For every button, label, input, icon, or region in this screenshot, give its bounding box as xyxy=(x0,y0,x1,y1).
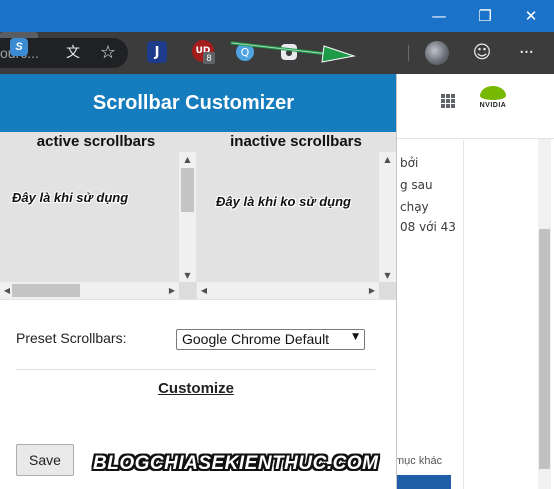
inactive-caption: Đây là khi ko sử dụng xyxy=(216,194,351,209)
window-titlebar: — ❐ ✕ xyxy=(0,0,554,32)
scrollbar-customizer-icon: S xyxy=(10,38,28,56)
page-scrollbar[interactable] xyxy=(538,139,551,489)
page-scrollbar-thumb[interactable] xyxy=(539,229,550,469)
preset-selected-value: Google Chrome Default xyxy=(182,331,330,347)
bookmark-star-icon[interactable]: ☆ xyxy=(96,40,120,64)
popup-header: Scrollbar Customizer xyxy=(0,74,396,132)
apps-grid-icon[interactable] xyxy=(441,94,455,108)
scroll-down-arrow-icon[interactable]: ▼ xyxy=(179,268,196,282)
inactive-scrollbar-panel: inactive scrollbars Đây là khi ko sử dụn… xyxy=(197,132,396,300)
more-menu-icon[interactable]: ··· xyxy=(514,40,538,64)
preset-scrollbars-label: Preset Scrollbars: xyxy=(16,330,127,346)
dropdown-arrow-icon: ▼ xyxy=(352,332,359,342)
active-scrollbar-panel: active scrollbars Đây là khi sử dụng ▲ ▼… xyxy=(0,132,196,300)
active-horizontal-scrollbar[interactable]: ◀ ▶ xyxy=(0,282,179,299)
toolbar-separator xyxy=(408,45,409,61)
article-line: g sau xyxy=(400,178,433,192)
inactive-scrollbars-heading: inactive scrollbars xyxy=(230,133,362,150)
scroll-down-arrow-icon[interactable]: ▼ xyxy=(379,268,396,282)
scroll-up-arrow-icon[interactable]: ▲ xyxy=(379,152,396,166)
page-footer-bar xyxy=(395,475,451,489)
profile-avatar[interactable] xyxy=(425,41,449,65)
article-line: bởi xyxy=(400,156,419,170)
article-column: bởi g sau chạy 08 với 43 xyxy=(397,140,464,489)
scroll-up-arrow-icon[interactable]: ▲ xyxy=(179,152,196,166)
translate-icon[interactable]: 文 xyxy=(62,40,84,64)
page-divider xyxy=(397,138,554,139)
web-page: NVIDIA bởi g sau chạy 08 với 43 mục khác xyxy=(395,74,554,489)
scroll-right-arrow-icon[interactable]: ▶ xyxy=(165,282,179,299)
nvidia-eye-icon xyxy=(480,86,506,100)
j-extension-icon[interactable]: J xyxy=(147,41,167,63)
ud-extension-badge: 8 xyxy=(203,52,215,64)
active-caption: Đây là khi sử dụng xyxy=(12,190,129,205)
article-line: chạy xyxy=(400,200,429,214)
active-vertical-thumb[interactable] xyxy=(181,168,194,212)
scrollbar-corner xyxy=(379,282,396,299)
active-vertical-scrollbar[interactable]: ▲ ▼ xyxy=(179,152,196,282)
scrollbar-corner xyxy=(179,282,196,299)
watermark-text: BLOGCHIASEKIENTHUC.COM xyxy=(93,453,379,474)
active-horizontal-thumb[interactable] xyxy=(12,284,80,297)
scrollbar-demo-area: active scrollbars Đây là khi sử dụng ▲ ▼… xyxy=(0,132,396,300)
inactive-horizontal-scrollbar[interactable]: ◀ ▶ xyxy=(197,282,379,299)
nvidia-logo[interactable]: NVIDIA xyxy=(473,86,513,116)
annotation-arrow-icon xyxy=(230,41,356,63)
customize-link[interactable]: Customize xyxy=(0,380,392,397)
scrollbar-customizer-popup: Scrollbar Customizer active scrollbars Đ… xyxy=(0,74,397,489)
scroll-left-arrow-icon[interactable]: ◀ xyxy=(197,282,211,299)
close-button[interactable]: ✕ xyxy=(508,0,554,32)
active-scrollbars-heading: active scrollbars xyxy=(36,133,156,150)
save-button[interactable]: Save xyxy=(16,444,74,476)
scroll-right-arrow-icon[interactable]: ▶ xyxy=(365,282,379,299)
section-divider xyxy=(16,369,376,370)
inactive-vertical-scrollbar[interactable]: ▲ ▼ xyxy=(379,152,396,282)
preset-scrollbars-select[interactable]: Google Chrome Default ▼ xyxy=(176,329,365,350)
minimize-button[interactable]: — xyxy=(416,0,462,32)
nvidia-logo-text: NVIDIA xyxy=(479,102,507,109)
maximize-button[interactable]: ❐ xyxy=(462,0,508,32)
popup-title: Scrollbar Customizer xyxy=(92,91,295,114)
related-link[interactable]: mục khác xyxy=(395,455,442,467)
feedback-smile-icon[interactable]: ☺ xyxy=(470,40,494,64)
article-line: 08 với 43 xyxy=(400,220,456,234)
